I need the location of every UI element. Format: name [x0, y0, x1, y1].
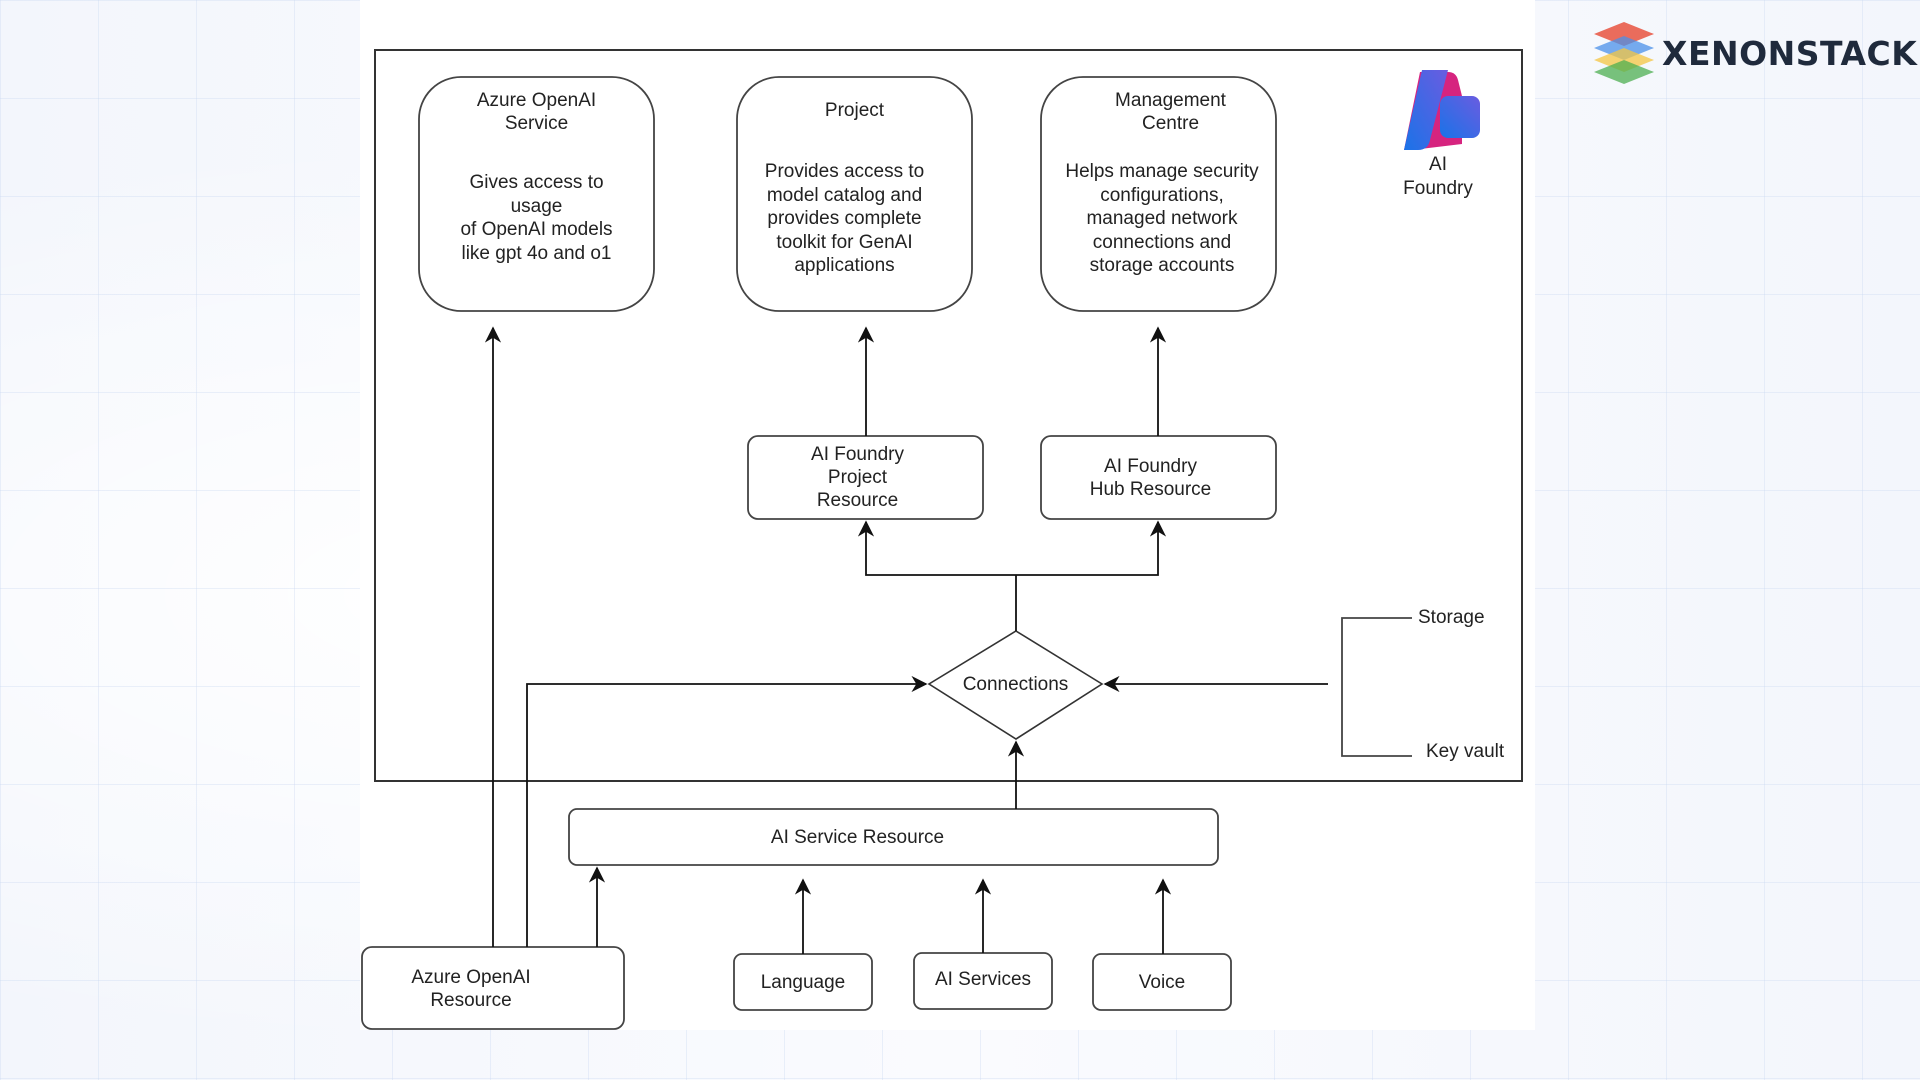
ai-foundry-hub-resource-label: AI Foundry Hub Resource: [1089, 455, 1212, 500]
key-vault-label: Key vault: [1426, 741, 1505, 762]
storage-label: Storage: [1418, 607, 1485, 628]
management-centre-description: Helps manage security configurations, ma…: [1065, 161, 1259, 276]
management-centre-title: Management Centre: [1115, 90, 1226, 134]
storage-keyvault-bracket: [1341, 617, 1412, 757]
ai-foundry-icon: [1404, 70, 1480, 150]
voice-label: Voice: [1138, 971, 1186, 993]
project-description: Provides access to model catalog and pro…: [764, 161, 925, 276]
language-label: Language: [760, 971, 846, 993]
ai-service-resource-label: AI Service Resource: [770, 826, 945, 848]
ai-foundry-caption: AI Foundry: [1403, 154, 1473, 199]
azure-openai-service-title: Azure OpenAI Service: [476, 90, 597, 134]
connections-label: Connections: [962, 673, 1069, 695]
arrow-connections-to-project-resource: [857, 520, 1016, 576]
azure-openai-resource-label: Azure OpenAI Resource: [411, 967, 531, 1011]
project-title: Project: [824, 100, 885, 121]
ai-services-label: AI Services: [934, 968, 1032, 990]
azure-openai-service-description: Gives access to usage of OpenAI models l…: [460, 172, 613, 264]
arrow-connections-to-hub-resource: [1016, 520, 1167, 576]
ai-foundry-project-resource-label: AI Foundry Project Resource: [811, 444, 904, 511]
